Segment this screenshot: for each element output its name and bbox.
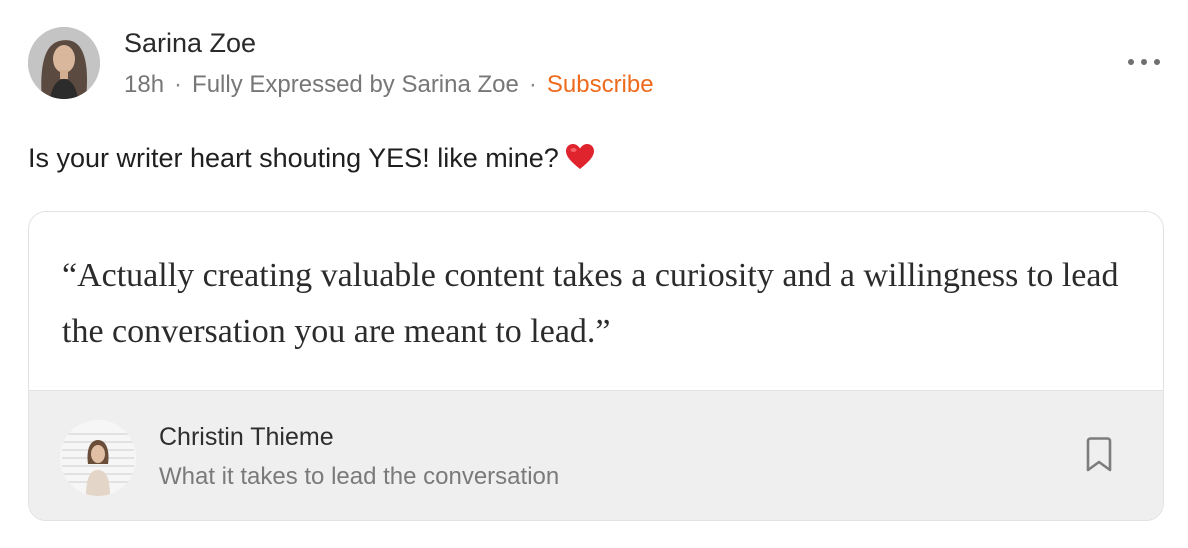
- post-text: Is your writer heart shouting YES! like …: [28, 143, 559, 173]
- source-avatar: [60, 420, 136, 496]
- author-avatar-image: [28, 27, 100, 99]
- meta-separator: ·: [174, 71, 183, 98]
- quote-source[interactable]: Christin Thieme What it takes to lead th…: [29, 390, 1163, 520]
- bookmark-icon[interactable]: [1085, 437, 1113, 473]
- more-options-icon[interactable]: [1128, 52, 1160, 72]
- more-dot: [1128, 59, 1134, 65]
- bookmark-icon-svg: [1086, 437, 1112, 472]
- post-meta: 18h · Fully Expressed by Sarina Zoe · Subscr…: [124, 70, 654, 100]
- post-time: 18h: [124, 71, 165, 98]
- author-avatar[interactable]: [28, 27, 100, 99]
- quote-text: “Actually creating valuable content take…: [62, 257, 1119, 350]
- more-dot: [1154, 59, 1160, 65]
- source-author[interactable]: Christin Thieme: [159, 421, 334, 453]
- publication-link[interactable]: Fully Expressed by Sarina Zoe: [192, 71, 519, 98]
- author-name[interactable]: Sarina Zoe: [124, 27, 256, 59]
- subscribe-button[interactable]: Subscribe: [547, 71, 654, 98]
- post-card: Sarina Zoe 18h · Fully Expressed by Sarina…: [0, 0, 1188, 548]
- heart-icon: [565, 144, 594, 169]
- source-title[interactable]: What it takes to lead the conversation: [159, 461, 559, 493]
- source-avatar-image: [60, 420, 136, 496]
- quote-card[interactable]: “Actually creating valuable content take…: [28, 211, 1164, 521]
- more-dot: [1141, 59, 1147, 65]
- meta-separator: ·: [528, 71, 537, 98]
- post-body: Is your writer heart shouting YES! like …: [28, 140, 595, 176]
